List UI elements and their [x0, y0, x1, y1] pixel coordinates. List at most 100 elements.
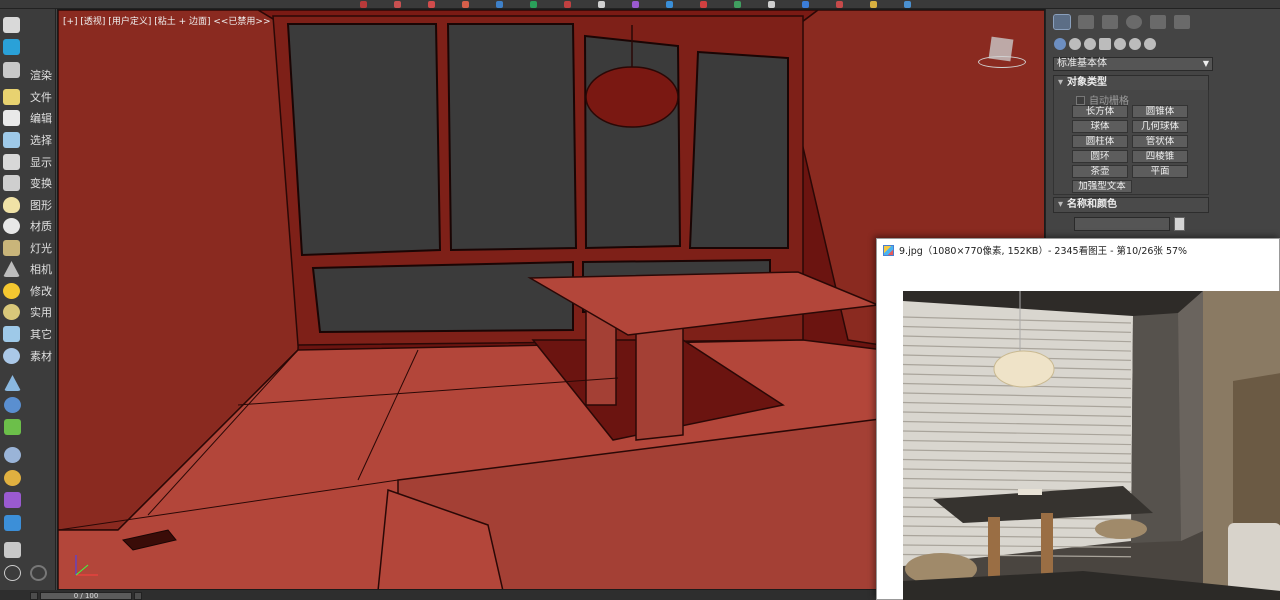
palette-icon[interactable]: [4, 470, 21, 486]
cylinder-button[interactable]: 圆柱体: [1072, 135, 1128, 148]
sidebar-item-label: 素材: [30, 350, 52, 363]
sphere-button[interactable]: 球体: [1072, 120, 1128, 133]
lights-icon[interactable]: [1084, 38, 1096, 50]
sidebar-item-utility[interactable]: 实用: [3, 302, 55, 322]
utilities-tab-icon[interactable]: [1174, 15, 1190, 29]
textplus-button[interactable]: 加强型文本: [1072, 180, 1132, 193]
sidebar-item-material[interactable]: 材质: [3, 216, 55, 236]
sidebar-item-label: 变换: [30, 177, 52, 190]
plane-button[interactable]: 平面: [1132, 165, 1188, 178]
helpers-icon[interactable]: [1114, 38, 1126, 50]
toolbar-button-icon[interactable]: [768, 1, 775, 8]
help-icon[interactable]: [4, 565, 21, 581]
toolbar-button-icon[interactable]: [836, 1, 843, 8]
photo-table-leg: [1041, 513, 1053, 583]
reference-photo-render: [903, 291, 1280, 600]
sidebar-item-max[interactable]: [3, 37, 55, 57]
teapot-button[interactable]: 茶壶: [1072, 165, 1128, 178]
sidebar-item-file[interactable]: 文件: [3, 87, 55, 107]
sidebar-item-camera[interactable]: 相机: [3, 259, 55, 279]
window-icon[interactable]: [4, 515, 21, 531]
time-slider[interactable]: 0 / 100: [40, 592, 132, 600]
toolbar-button-icon[interactable]: [802, 1, 809, 8]
photo-side-wall: [1178, 291, 1203, 541]
sidebar-item-modify[interactable]: 修改: [3, 281, 55, 301]
sidebar-item-label: 实用: [30, 306, 52, 319]
sidebar-item-label: 文件: [30, 91, 52, 104]
sidebar-item-display[interactable]: 显示: [3, 152, 55, 172]
toolbar-button-icon[interactable]: [870, 1, 877, 8]
chevron-down-icon: ▼: [1202, 59, 1209, 68]
toolbar-button-icon[interactable]: [496, 1, 503, 8]
viewer-titlebar[interactable]: 9.jpg（1080×770像素, 152KB）- 2345看图王 - 第10/…: [877, 239, 1280, 261]
viewport-label[interactable]: [+] [透视] [用户定义] [粘土 + 边面] <<已禁用>>: [63, 14, 271, 27]
plugin-icon[interactable]: [4, 492, 21, 508]
display-tab-icon[interactable]: [1150, 15, 1166, 29]
sidebar-item-library[interactable]: 素材: [3, 346, 55, 366]
object-color-swatch[interactable]: [1174, 217, 1185, 231]
systems-icon[interactable]: [1144, 38, 1156, 50]
toolbar-button-icon[interactable]: [530, 1, 537, 8]
torus-button[interactable]: 圆环: [1072, 150, 1128, 163]
sidebar-item-label: 材质: [30, 220, 52, 233]
toolbar-button-icon[interactable]: [666, 1, 673, 8]
pyramid-button[interactable]: 四棱锥: [1132, 150, 1188, 163]
toolbar-button-icon[interactable]: [360, 1, 367, 8]
toolbar-button-icon[interactable]: [598, 1, 605, 8]
photo-table-leg: [988, 517, 1000, 577]
sidebar-item-label: 其它: [30, 328, 52, 341]
sidebar-item-teapot[interactable]: [3, 15, 55, 35]
toolbar-button-icon[interactable]: [904, 1, 911, 8]
toolbar-button-icon[interactable]: [564, 1, 571, 8]
create-tab-icon[interactable]: [1053, 14, 1071, 30]
viewer-app-icon: [883, 244, 894, 256]
geometry-icon[interactable]: [1054, 38, 1066, 50]
gear-blue-icon[interactable]: [4, 397, 21, 413]
cone-button[interactable]: 圆锥体: [1132, 105, 1188, 118]
map-icon[interactable]: [4, 542, 21, 558]
render-icon: [3, 67, 20, 83]
sidebar-item-other[interactable]: 其它: [3, 324, 55, 344]
plant-icon[interactable]: [4, 419, 21, 435]
cameras-icon[interactable]: [1099, 38, 1111, 50]
spacewarps-icon[interactable]: [1129, 38, 1141, 50]
tool-icon[interactable]: [4, 375, 21, 391]
name-and-color-rollout[interactable]: ▾ 名称和颜色: [1053, 197, 1209, 213]
toolbar-button-icon[interactable]: [394, 1, 401, 8]
sidebar-item-select[interactable]: 选择: [3, 130, 55, 150]
motion-tab-icon[interactable]: [1126, 15, 1142, 29]
modify-tab-icon[interactable]: [1078, 15, 1094, 29]
geosphere-button[interactable]: 几何球体: [1132, 120, 1188, 133]
box-button[interactable]: 长方体: [1072, 105, 1128, 118]
sidebar-item-shape[interactable]: 图形: [3, 195, 55, 215]
geometry-category-dropdown[interactable]: 标准基本体 ▼: [1053, 57, 1213, 71]
shapes-icon[interactable]: [1069, 38, 1081, 50]
viewcube[interactable]: [972, 34, 1032, 74]
sidebar-item-label: 显示: [30, 156, 52, 169]
sidebar-item-edit[interactable]: 编辑: [3, 108, 55, 128]
sidebar-item-label: 渲染: [30, 69, 52, 82]
tube-button[interactable]: 管状体: [1132, 135, 1188, 148]
toolbar-button-icon[interactable]: [428, 1, 435, 8]
collapse-icon: ▾: [1058, 199, 1064, 210]
select-icon: [3, 132, 20, 148]
toolbar-button-icon[interactable]: [700, 1, 707, 8]
object-name-input[interactable]: [1074, 217, 1170, 231]
toolbar-button-icon[interactable]: [632, 1, 639, 8]
library-icon: [3, 348, 20, 364]
object-type-rollout[interactable]: ▾ 对象类型: [1053, 75, 1209, 91]
hierarchy-tab-icon[interactable]: [1102, 15, 1118, 29]
window-pane: [446, 23, 578, 252]
toolbar-button-icon[interactable]: [462, 1, 469, 8]
toolbar-button-icon[interactable]: [734, 1, 741, 8]
sidebar-item-transform[interactable]: 变换: [3, 173, 55, 193]
left-command-sidebar: 渲染 文件 编辑 选择 显示 变换 图形 材质 灯光 相机 修改 实用 其它 素…: [0, 9, 56, 600]
sidebar-item-render[interactable]: 渲染: [3, 65, 55, 85]
sidebar-item-light[interactable]: 灯光: [3, 238, 55, 258]
prev-frame-button[interactable]: [30, 592, 38, 600]
settings-gear-icon[interactable]: [30, 565, 47, 581]
next-frame-button[interactable]: [134, 592, 142, 600]
globe-icon[interactable]: [4, 447, 21, 463]
file-icon: [3, 89, 20, 105]
reference-photo[interactable]: [903, 291, 1280, 600]
